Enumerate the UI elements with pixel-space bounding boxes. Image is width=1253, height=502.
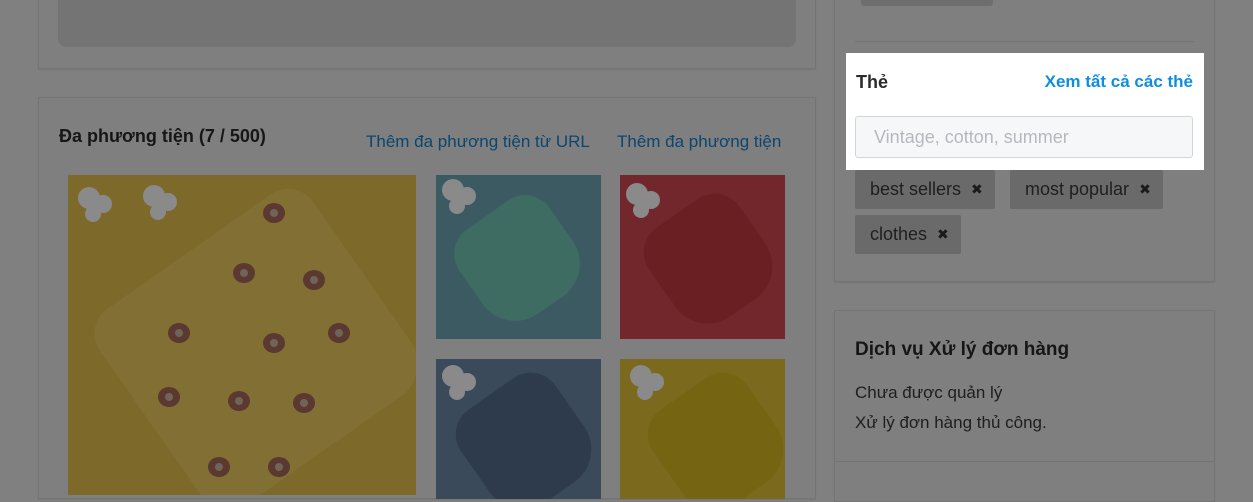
bear-print (303, 270, 325, 290)
tag-chip: clothes ✖ (855, 215, 961, 254)
fulfillment-title: Dịch vụ Xử lý đơn hàng (855, 339, 1070, 360)
tag-chip: best sellers ✖ (855, 170, 995, 209)
sweater-shape (635, 360, 785, 499)
bear-print (228, 391, 250, 411)
bear-print (158, 387, 180, 407)
remove-tag-icon[interactable]: ✖ (937, 226, 949, 243)
remove-tag-icon[interactable]: ✖ (971, 181, 983, 198)
tags-title: Thẻ (856, 72, 889, 92)
sweater-shape (443, 360, 601, 499)
add-media-from-url-link[interactable]: Thêm đa phương tiện từ URL (366, 132, 590, 152)
media-section-title: Đa phương tiện (7 / 500) (59, 126, 266, 146)
media-card: Đa phương tiện (7 / 500) Thêm đa phương … (38, 97, 816, 499)
cotton-flower-decoration (626, 183, 648, 205)
cotton-flower-decoration (143, 185, 165, 207)
cotton-flower-decoration (442, 365, 464, 387)
tags-input[interactable] (855, 116, 1193, 158)
fulfillment-note: Xử lý đơn hàng thủ công. (855, 413, 1047, 432)
collapsed-control (861, 0, 993, 6)
product-image-2[interactable] (436, 175, 601, 339)
bear-print (293, 393, 315, 413)
sweater-shape (442, 183, 596, 337)
tag-chip: most popular ✖ (1010, 170, 1163, 209)
cotton-flower-decoration (78, 187, 100, 209)
fulfillment-card: Dịch vụ Xử lý đơn hàng Chưa được quản lý… (834, 310, 1215, 502)
cotton-flower-decoration (442, 179, 464, 201)
add-media-link[interactable]: Thêm đa phương tiện (617, 132, 781, 152)
bear-print (263, 333, 285, 353)
remove-tag-icon[interactable]: ✖ (1139, 181, 1151, 198)
product-image-5[interactable] (620, 359, 785, 499)
tag-label: clothes (870, 224, 928, 244)
tags-panel: Thẻ Xem tất cả các thẻ (846, 53, 1204, 170)
fulfillment-status: Chưa được quản lý (855, 383, 1003, 402)
product-image-4[interactable] (436, 359, 601, 499)
bear-print (328, 323, 350, 343)
divider (855, 41, 1194, 42)
product-image-main[interactable] (68, 175, 416, 495)
tag-label: best sellers (870, 179, 962, 199)
view-all-tags-link[interactable]: Xem tất cả các thẻ (1045, 72, 1193, 92)
bear-print (233, 263, 255, 283)
bear-print (268, 457, 290, 477)
top-card (38, 0, 816, 69)
product-image-3[interactable] (620, 175, 785, 339)
cotton-flower-decoration (630, 365, 652, 387)
bear-print (208, 457, 230, 477)
top-card-content-area (58, 0, 796, 47)
sweater-shape (631, 181, 785, 339)
bear-print (168, 323, 190, 343)
divider (835, 461, 1214, 462)
tag-label: most popular (1025, 179, 1130, 199)
bear-print (263, 203, 285, 223)
sweater-shape (82, 177, 416, 495)
